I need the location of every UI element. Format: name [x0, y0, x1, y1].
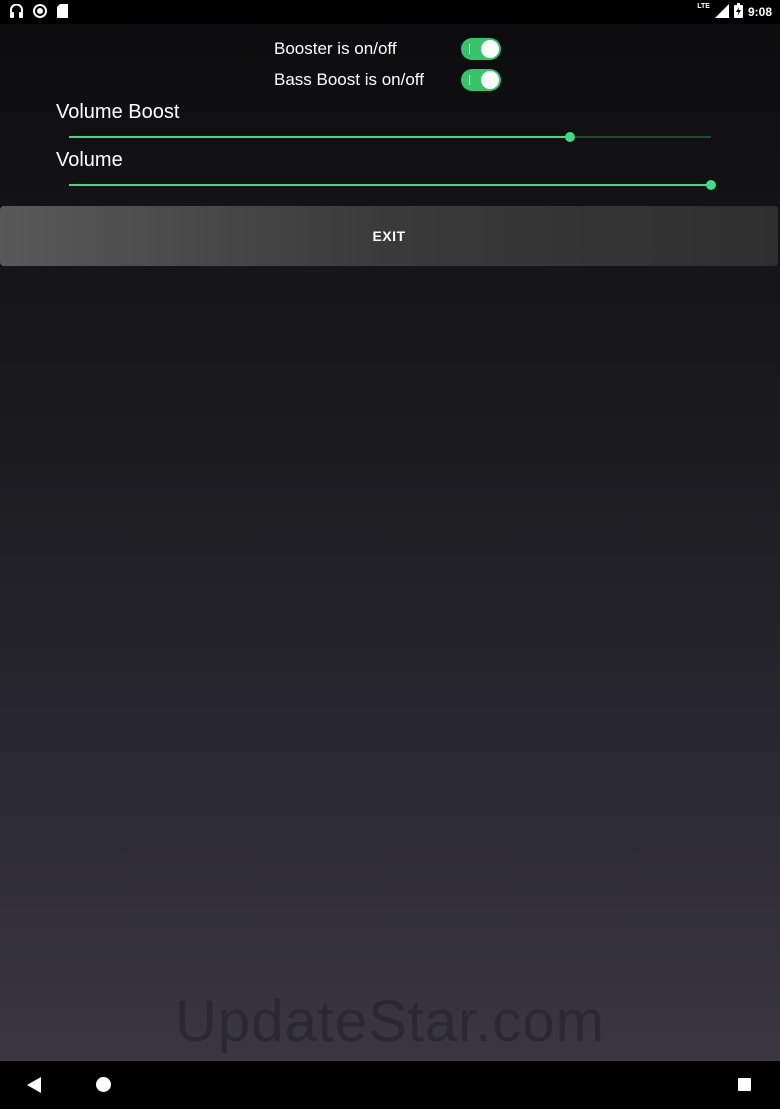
home-icon[interactable] [96, 1077, 111, 1092]
sd-card-icon [57, 4, 68, 23]
volume-thumb[interactable] [706, 180, 716, 190]
exit-button[interactable]: EXIT [0, 206, 778, 266]
battery-icon [733, 3, 743, 21]
watermark: UpdateStar.com [175, 989, 605, 1054]
volume-boost-slider[interactable] [69, 130, 711, 144]
network-type: LTE [697, 3, 710, 10]
record-icon [33, 4, 47, 23]
signal-icon [714, 3, 729, 21]
bass-boost-toggle-label: Bass Boost is on/off [274, 70, 424, 89]
volume-boost-thumb[interactable] [564, 132, 575, 142]
volume-slider[interactable] [69, 178, 716, 192]
booster-toggle-row[interactable]: Booster is on/off [274, 38, 501, 60]
volume-fill [69, 184, 711, 186]
booster-switch[interactable] [461, 38, 501, 60]
volume-label: Volume [56, 149, 123, 171]
bass-boost-toggle-row[interactable]: Bass Boost is on/off [274, 69, 501, 91]
navigation-bar [0, 1061, 780, 1109]
booster-toggle-label: Booster is on/off [274, 39, 397, 58]
headset-icon [10, 3, 23, 23]
back-icon[interactable] [27, 1077, 41, 1098]
status-bar: LTE 9:08 [0, 0, 780, 24]
bass-boost-switch[interactable] [461, 69, 501, 91]
clock: 9:08 [747, 5, 772, 19]
recents-icon[interactable] [738, 1078, 751, 1091]
volume-boost-label: Volume Boost [56, 101, 180, 123]
volume-boost-fill [69, 136, 570, 138]
